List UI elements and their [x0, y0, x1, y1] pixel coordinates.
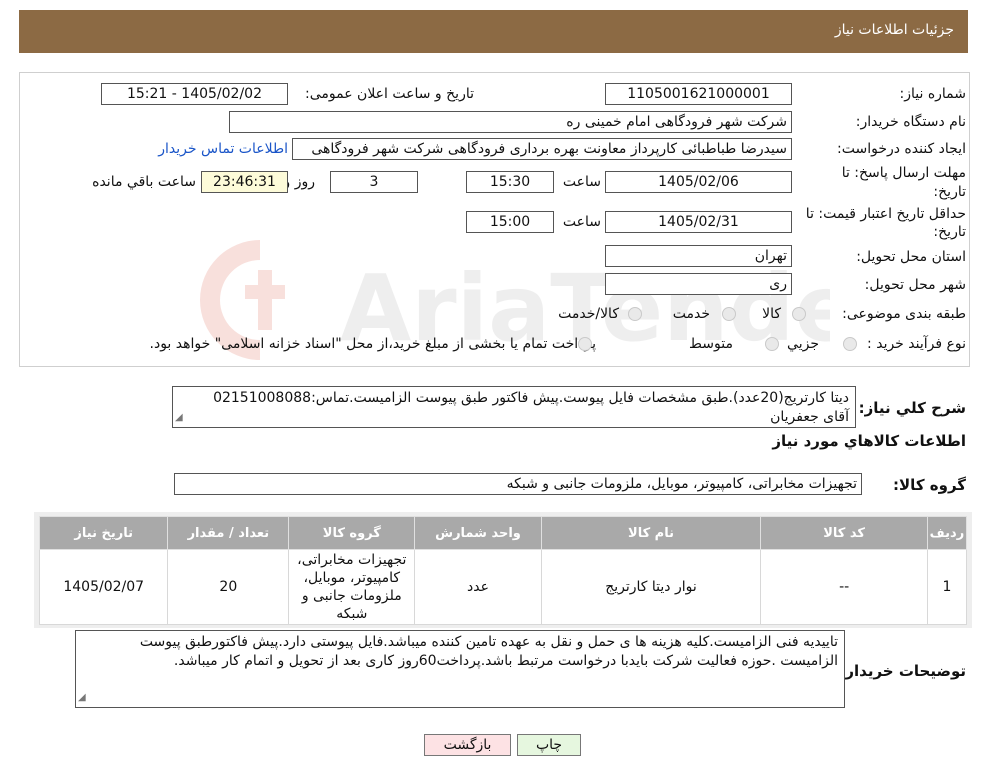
- buyer-notes-label: توضیحات خریدار:: [839, 662, 966, 680]
- cell-quantity: 20: [167, 549, 290, 625]
- cell-row-number: 1: [926, 549, 968, 625]
- summary-textarea[interactable]: دیتا کارتریج(20عدد).طبق مشخصات فایل پیوس…: [172, 386, 856, 428]
- purchase-type-radio-partial[interactable]: [843, 337, 857, 351]
- cell-goods-group: تجهیزات مخابراتی، کامپیوتر، موبایل، ملزو…: [288, 549, 416, 625]
- need-number-field: 1105001621000001: [605, 83, 792, 105]
- page-title: جزئیات اطلاعات نیاز: [834, 22, 954, 38]
- response-date-field: 1405/02/06: [605, 171, 792, 193]
- announce-datetime-field: 1405/02/02 - 15:21: [101, 83, 288, 105]
- goods-info-title: اطلاعات کالاهاي مورد نیاز: [772, 432, 966, 450]
- category-option-goods: کالا: [762, 306, 781, 322]
- response-deadline-label: مهلت ارسال پاسخ: تا: [841, 165, 966, 181]
- header-item-name: نام کالا: [540, 516, 762, 550]
- response-time-field: 15:30: [466, 171, 554, 193]
- header-goods-group: گروه کالا: [288, 516, 416, 550]
- buyer-org-label: نام دستگاه خریدار:: [855, 114, 966, 130]
- header-row-number: ردیف: [926, 516, 968, 550]
- purchase-type-label: نوع فرآیند خرید :: [867, 336, 966, 352]
- buyer-notes-text: تاییدیه فنی الزامیست.کلیه هزینه ها ی حمل…: [139, 634, 838, 669]
- print-button[interactable]: چاپ: [517, 734, 581, 756]
- resize-grip-icon[interactable]: ◢: [78, 688, 86, 707]
- purchase-type-option-medium: متوسط: [689, 336, 733, 352]
- purchase-type-radio-medium[interactable]: [765, 337, 779, 351]
- header-item-code: کد کالا: [760, 516, 928, 550]
- items-table: ردیف کد کالا نام کالا واحد شمارش گروه کا…: [38, 516, 968, 625]
- announce-datetime-label: تاریخ و ساعت اعلان عمومی:: [305, 86, 474, 102]
- category-radio-service[interactable]: [722, 307, 736, 321]
- buyer-contact-link[interactable]: اطلاعات تماس خریدار: [158, 141, 288, 157]
- goods-group-field: تجهیزات مخابراتی، کامپیوتر، موبایل، ملزو…: [174, 473, 862, 495]
- page-header: جزئیات اطلاعات نیاز: [19, 10, 968, 53]
- cell-need-date: 1405/02/07: [38, 549, 169, 625]
- header-need-date: تاریخ نیاز: [38, 516, 169, 550]
- purchase-type-option-partial: جزیي: [787, 336, 819, 352]
- cell-item-name: نوار دیتا کارتریج: [540, 549, 762, 625]
- remaining-days-field: 3: [330, 171, 418, 193]
- cell-item-code: --: [760, 549, 928, 625]
- response-time-label: ساعت: [562, 174, 601, 190]
- category-radio-goods[interactable]: [792, 307, 806, 321]
- table-header-row: ردیف کد کالا نام کالا واحد شمارش گروه کا…: [38, 516, 968, 550]
- category-label: طبقه بندی موضوعی:: [842, 306, 966, 322]
- remaining-days-label: روز و: [283, 174, 316, 190]
- price-validity-time-field: 15:00: [466, 211, 554, 233]
- cell-unit: عدد: [414, 549, 542, 625]
- delivery-city-field: ری: [605, 273, 792, 295]
- requester-label: ایجاد کننده درخواست:: [837, 141, 966, 157]
- delivery-province-label: استان محل تحویل:: [856, 249, 966, 265]
- resize-grip-icon[interactable]: ◢: [175, 408, 183, 427]
- purchase-type-radio-treasury[interactable]: [578, 337, 592, 351]
- remaining-time-field: 23:46:31: [201, 171, 288, 193]
- price-validity-time-label: ساعت: [562, 214, 601, 230]
- price-validity-date-field: 1405/02/31: [605, 211, 792, 233]
- remaining-time-label: ساعت باقي مانده: [92, 174, 196, 190]
- category-option-service: خدمت: [672, 306, 710, 322]
- buyer-notes-textarea[interactable]: تاییدیه فنی الزامیست.کلیه هزینه ها ی حمل…: [75, 630, 845, 708]
- summary-label: شرح کلي نیاز:: [858, 399, 966, 417]
- category-option-goods-service: کالا/خدمت: [558, 306, 619, 322]
- back-button[interactable]: بازگشت: [424, 734, 511, 756]
- buyer-org-field: شرکت شهر فرودگاهی امام خمینی ره: [229, 111, 792, 133]
- requester-field: سیدرضا طباطبائی کارپرداز معاونت بهره برد…: [292, 138, 792, 160]
- need-number-label: شماره نیاز:: [899, 86, 967, 102]
- price-validity-label: حداقل تاریخ اعتبار قیمت: تا: [805, 206, 966, 222]
- category-radio-goods-service[interactable]: [628, 307, 642, 321]
- table-row: 1 -- نوار دیتا کارتریج عدد تجهیزات مخابر…: [38, 549, 968, 625]
- price-validity-label-2: تاریخ:: [933, 224, 966, 240]
- response-deadline-label-2: تاریخ:: [933, 184, 966, 200]
- summary-line-1: دیتا کارتریج(20عدد).طبق مشخصات فایل پیوس…: [213, 390, 849, 406]
- header-quantity: تعداد / مقدار: [167, 516, 290, 550]
- purchase-type-note: پرداخت تمام یا بخشی از مبلغ خرید،از محل …: [149, 336, 596, 352]
- goods-group-label: گروه کالا:: [893, 476, 966, 494]
- header-unit: واحد شمارش: [414, 516, 542, 550]
- summary-line-2: آقای جعفریان: [770, 409, 849, 425]
- delivery-province-field: تهران: [605, 245, 792, 267]
- delivery-city-label: شهر محل تحویل:: [864, 277, 966, 293]
